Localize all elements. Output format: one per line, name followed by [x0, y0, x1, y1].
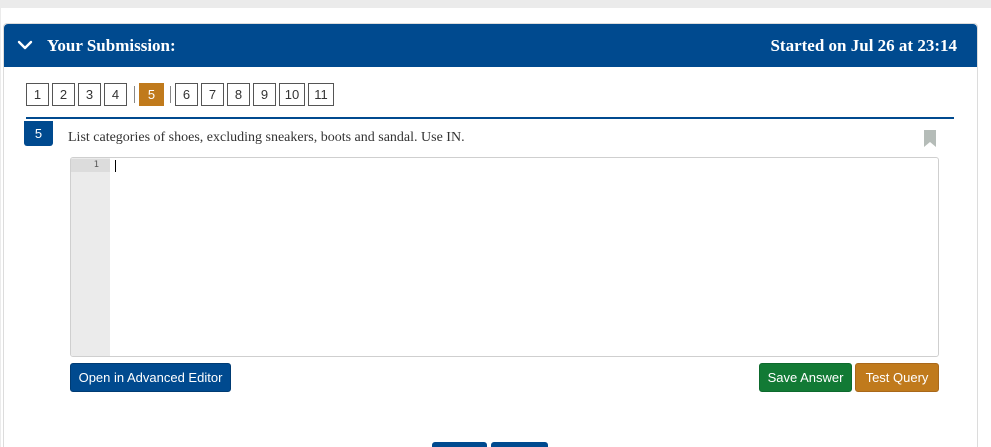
question-nav-8[interactable]: 8: [227, 83, 250, 106]
question-divider: [26, 117, 954, 119]
question-number-badge: 5: [24, 121, 53, 146]
nav-separator: [170, 86, 171, 103]
line-number: 1: [71, 159, 110, 172]
browser-top-strip: [0, 0, 991, 8]
footer-nav-button-next[interactable]: [491, 442, 548, 447]
question-nav-2[interactable]: 2: [52, 83, 75, 106]
nav-separator: [134, 86, 135, 103]
submission-header[interactable]: Your Submission: Started on Jul 26 at 23…: [4, 24, 977, 67]
editor-gutter: [71, 158, 110, 356]
page-edge: [0, 8, 1, 447]
bookmark-icon[interactable]: [924, 130, 936, 147]
question-text: List categories of shoes, excluding snea…: [68, 130, 465, 145]
question-nav-1[interactable]: 1: [26, 83, 49, 106]
submission-title: Your Submission:: [47, 36, 176, 55]
started-timestamp: Started on Jul 26 at 23:14: [770, 36, 957, 55]
sql-code-editor[interactable]: 1: [70, 157, 939, 357]
chevron-down-icon[interactable]: [17, 37, 33, 53]
save-answer-button[interactable]: Save Answer: [759, 363, 852, 392]
question-nav-3[interactable]: 3: [78, 83, 101, 106]
submission-panel: Your Submission: Started on Jul 26 at 23…: [3, 23, 978, 447]
question-nav-10[interactable]: 10: [279, 83, 305, 106]
test-query-button[interactable]: Test Query: [855, 363, 939, 392]
text-cursor: [115, 160, 116, 172]
open-advanced-editor-button[interactable]: Open in Advanced Editor: [70, 363, 231, 392]
question-nav-6[interactable]: 6: [175, 83, 198, 106]
question-nav-9[interactable]: 9: [253, 83, 276, 106]
question-nav-4[interactable]: 4: [104, 83, 127, 106]
footer-nav-button-previous[interactable]: [432, 442, 487, 447]
question-nav-11[interactable]: 11: [308, 83, 334, 106]
question-nav-5[interactable]: 5: [139, 83, 164, 106]
question-nav-7[interactable]: 7: [201, 83, 224, 106]
